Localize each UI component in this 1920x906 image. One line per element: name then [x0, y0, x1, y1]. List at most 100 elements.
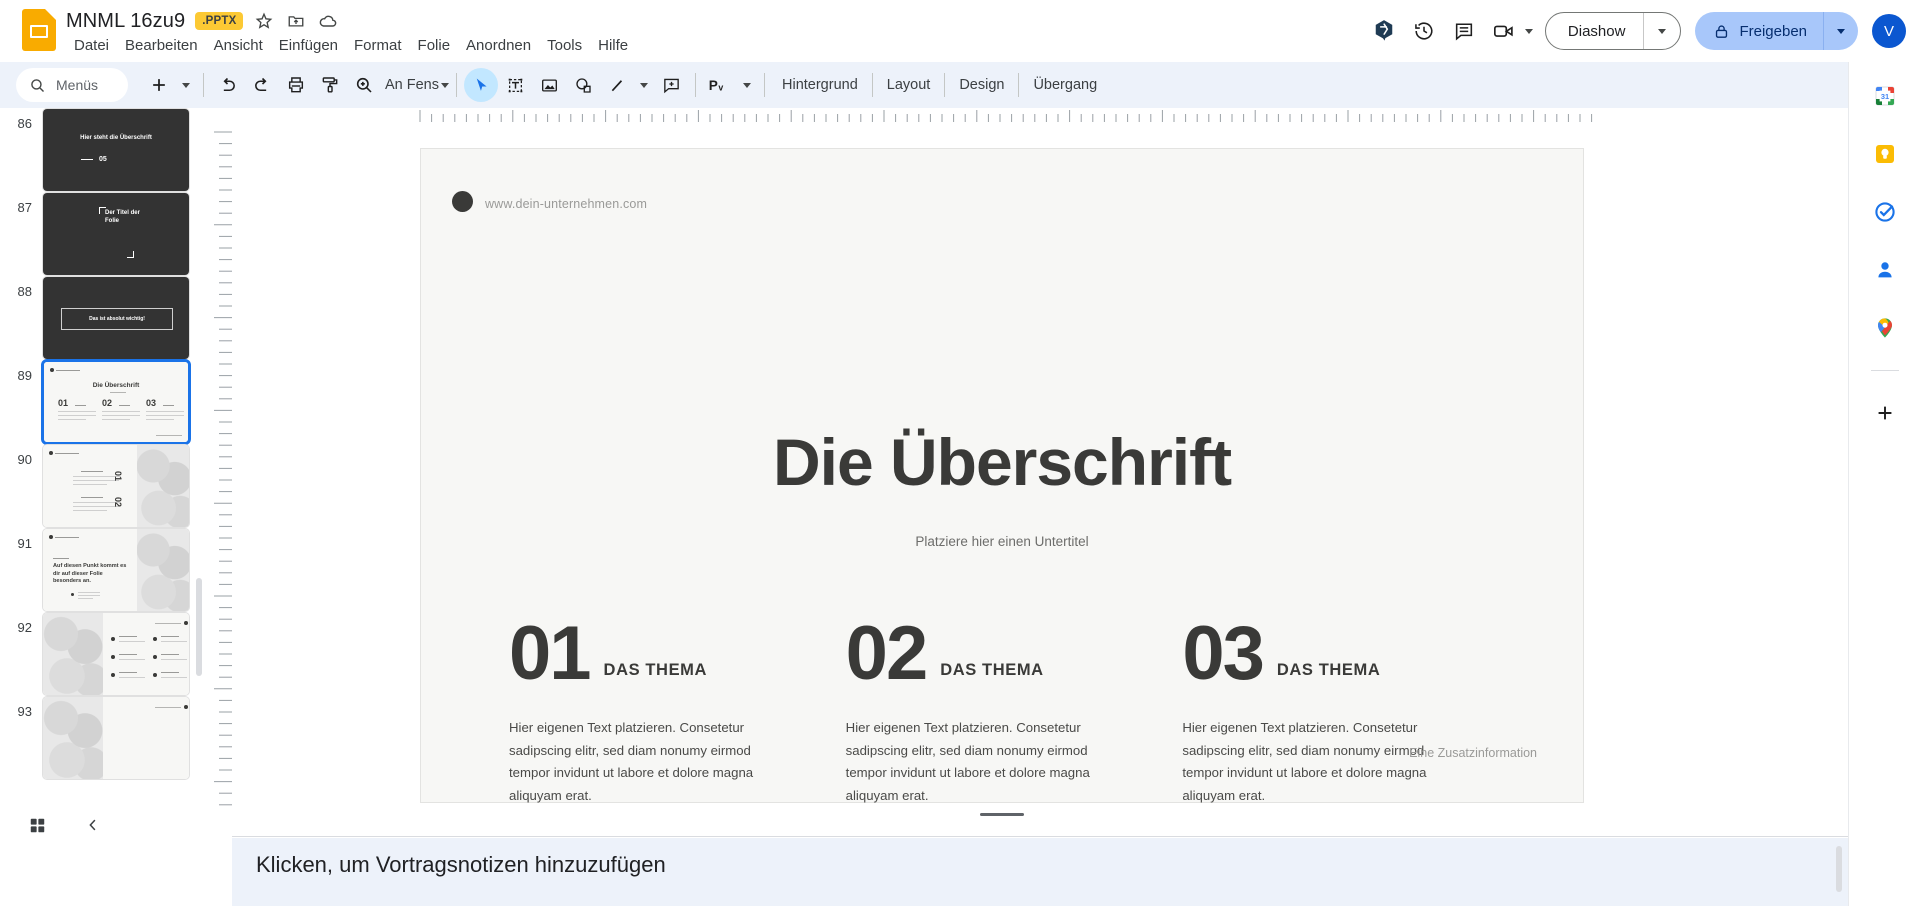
slide-title-text[interactable]: Die Überschrift — [421, 424, 1583, 500]
svg-text:31: 31 — [1880, 92, 1888, 101]
filmstrip-slide-89[interactable]: 89 Die Überschrift 01 02 — [0, 360, 212, 444]
menu-anordnen[interactable]: Anordnen — [458, 34, 539, 57]
horizontal-ruler[interactable] — [232, 108, 1848, 122]
column-body-text[interactable]: Hier eigenen Text platzieren. Consetetur… — [509, 717, 771, 807]
toolbar: Menüs An Fens — [0, 62, 1920, 108]
slide-filmstrip[interactable]: 86 Hier steht die Überschrift 05 87 Der … — [0, 108, 212, 852]
filmstrip-slide-88[interactable]: 88 Das ist absolut wichtig! — [0, 276, 212, 360]
new-slide-dropdown-caret[interactable] — [176, 68, 196, 102]
transition-panel-button[interactable]: Übergang — [1023, 69, 1107, 101]
filmstrip-slide-87[interactable]: 87 Der Titel der Folie — [0, 192, 212, 276]
share-dropdown-caret[interactable] — [1824, 12, 1858, 50]
present-video-button[interactable] — [1484, 11, 1533, 51]
transition-dropdown-caret[interactable] — [737, 68, 757, 102]
zoom-level-select[interactable]: An Fens — [381, 77, 449, 93]
slide-thumbnail[interactable]: Hier steht die Überschrift 05 — [42, 108, 190, 192]
select-tool-button[interactable] — [464, 68, 498, 102]
redo-button[interactable] — [245, 68, 279, 102]
slideshow-button[interactable]: Diashow — [1545, 12, 1682, 50]
background-button[interactable]: Hintergrund — [772, 69, 868, 101]
avatar[interactable]: V — [1872, 14, 1906, 48]
tasks-icon[interactable] — [1865, 192, 1905, 232]
slide-extra-info[interactable]: Eine Zusatzinformation — [1409, 746, 1537, 760]
present-video-icon[interactable] — [1484, 11, 1524, 51]
search-menus-input[interactable]: Menüs — [16, 68, 128, 102]
line-dropdown-caret[interactable] — [634, 68, 654, 102]
slide-thumbnail[interactable]: Auf diesen Punkt kommt es dir auf dieser… — [42, 528, 190, 612]
comment-icon[interactable] — [1444, 11, 1484, 51]
new-slide-button[interactable] — [142, 68, 176, 102]
slide-thumbnail-selected[interactable]: Die Überschrift 01 02 03 — [42, 360, 190, 444]
slide-column-2[interactable]: 02 DAS THEMA Hier eigenen Text platziere… — [846, 609, 1183, 807]
slide-canvas-area[interactable]: www.dein-unternehmen.com Die Überschrift… — [232, 122, 1848, 825]
slide-thumbnail[interactable] — [42, 696, 190, 780]
filmstrip-slide-92[interactable]: 92 — [0, 612, 212, 696]
menu-einfuegen[interactable]: Einfügen — [271, 34, 346, 57]
slide-thumbnail[interactable]: Das ist absolut wichtig! — [42, 276, 190, 360]
zoom-button[interactable] — [347, 68, 381, 102]
add-comment-button[interactable] — [654, 68, 688, 102]
menu-bearbeiten[interactable]: Bearbeiten — [117, 34, 206, 57]
vertical-ruler[interactable] — [212, 108, 232, 825]
theme-button[interactable]: Design — [949, 69, 1014, 101]
menu-format[interactable]: Format — [346, 34, 410, 57]
star-icon[interactable] — [253, 10, 275, 32]
add-ons-plus-icon[interactable] — [1865, 393, 1905, 433]
menu-ansicht[interactable]: Ansicht — [206, 34, 271, 57]
filmstrip-slide-91[interactable]: 91 Auf diesen Punkt kommt es dir auf die… — [0, 528, 212, 612]
insert-shape-button[interactable] — [566, 68, 600, 102]
document-title[interactable]: MNML 16zu9 — [66, 10, 185, 33]
slideshow-dropdown-caret[interactable] — [1644, 13, 1680, 49]
text-box-button[interactable] — [498, 68, 532, 102]
slide-number: 91 — [8, 536, 32, 551]
filmstrip-slide-93[interactable]: 93 — [0, 696, 212, 780]
layout-button[interactable]: Layout — [877, 69, 941, 101]
transition-button[interactable]: Pv — [703, 68, 737, 102]
maps-icon[interactable] — [1865, 308, 1905, 348]
filmstrip-scroll-region[interactable]: 86 Hier steht die Überschrift 05 87 Der … — [0, 108, 212, 798]
zoom-level-label: An Fens — [385, 77, 439, 93]
current-slide[interactable]: www.dein-unternehmen.com Die Überschrift… — [420, 148, 1584, 803]
menu-folie[interactable]: Folie — [410, 34, 459, 57]
version-history-icon[interactable] — [1404, 11, 1444, 51]
slide-subtitle-text[interactable]: Platziere hier einen Untertitel — [421, 534, 1583, 549]
notes-resize-handle[interactable] — [980, 813, 1024, 816]
print-button[interactable] — [279, 68, 313, 102]
slide-column-1[interactable]: 01 DAS THEMA Hier eigenen Text platziere… — [509, 609, 846, 807]
slide-thumbnail[interactable]: 01 02 — [42, 444, 190, 528]
column-body-text[interactable]: Hier eigenen Text platzieren. Consetetur… — [1182, 717, 1444, 807]
slide-number: 87 — [8, 200, 32, 215]
menu-hilfe[interactable]: Hilfe — [590, 34, 636, 57]
grid-view-icon[interactable] — [22, 810, 52, 840]
share-button[interactable]: Freigeben — [1695, 12, 1858, 50]
menu-tools[interactable]: Tools — [539, 34, 590, 57]
gemini-icon[interactable] — [1364, 11, 1404, 51]
collapse-filmstrip-icon[interactable] — [78, 810, 108, 840]
text-box-icon — [506, 76, 525, 95]
slide-thumbnail[interactable]: Der Titel der Folie — [42, 192, 190, 276]
move-to-folder-icon[interactable] — [285, 10, 307, 32]
filmstrip-slide-90[interactable]: 90 01 02 — [0, 444, 212, 528]
transition-icon: Pv — [708, 75, 732, 95]
speaker-notes-panel[interactable]: Klicken, um Vortragsnotizen hinzuzufügen — [232, 838, 1848, 906]
undo-button[interactable] — [211, 68, 245, 102]
calendar-icon[interactable]: 31 — [1865, 76, 1905, 116]
paint-format-button[interactable] — [313, 68, 347, 102]
menu-datei[interactable]: Datei — [66, 34, 117, 57]
speaker-notes-placeholder[interactable]: Klicken, um Vortragsnotizen hinzuzufügen — [256, 852, 666, 878]
notes-scrollbar[interactable] — [1836, 846, 1842, 892]
column-body-text[interactable]: Hier eigenen Text platzieren. Consetetur… — [846, 717, 1108, 807]
slide-column-3[interactable]: 03 DAS THEMA Hier eigenen Text platziere… — [1182, 609, 1519, 807]
insert-line-button[interactable] — [600, 68, 634, 102]
slide-thumbnail[interactable] — [42, 612, 190, 696]
insert-image-button[interactable] — [532, 68, 566, 102]
cloud-saved-icon[interactable] — [317, 10, 339, 32]
filmstrip-slide-86[interactable]: 86 Hier steht die Überschrift 05 — [0, 108, 212, 192]
keep-icon[interactable] — [1865, 134, 1905, 174]
filmstrip-scrollbar[interactable] — [196, 578, 202, 676]
print-icon — [286, 75, 306, 95]
present-dropdown-caret[interactable] — [1525, 29, 1533, 34]
column-label: DAS THEMA — [1277, 661, 1380, 693]
contacts-icon[interactable] — [1865, 250, 1905, 290]
slide-number: 86 — [8, 116, 32, 131]
